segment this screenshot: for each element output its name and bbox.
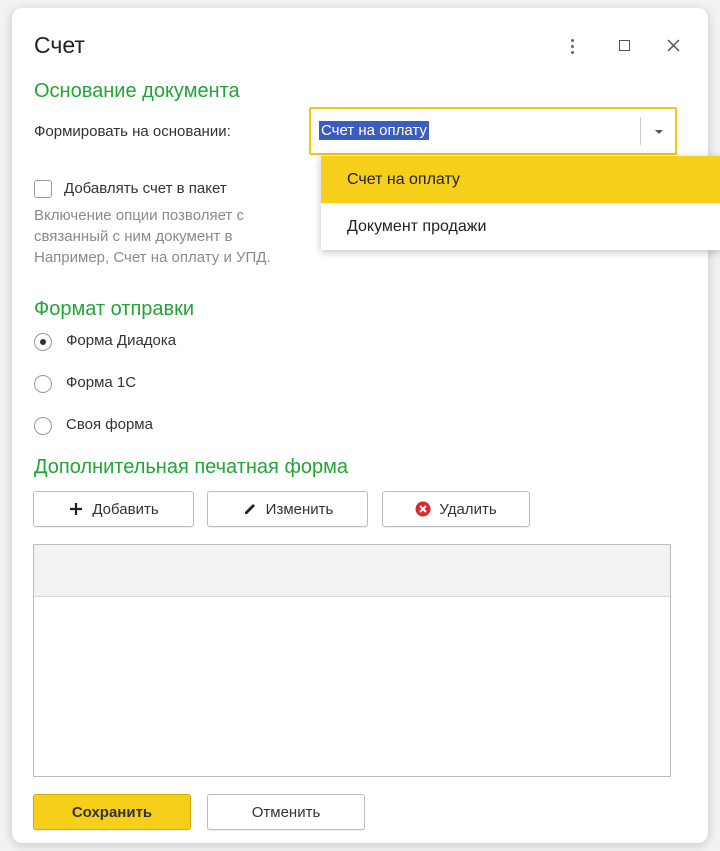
basis-select[interactable]: Счет на оплату xyxy=(309,107,677,155)
cancel-button-label: Отменить xyxy=(251,803,321,821)
save-button-label: Сохранить xyxy=(71,803,153,821)
maximize-icon[interactable] xyxy=(612,34,636,58)
chevron-down-icon[interactable] xyxy=(655,130,663,134)
save-button[interactable]: Сохранить xyxy=(33,794,191,830)
delete-button-label: Удалить xyxy=(439,500,497,518)
cancel-button[interactable]: Отменить xyxy=(207,794,365,830)
hint-line-2: связанный с ним документ в xyxy=(34,228,233,245)
basis-field-label: Формировать на основании: xyxy=(34,123,231,140)
add-button-label: Добавить xyxy=(92,500,159,518)
basis-dropdown-list: Счет на оплату Документ продажи xyxy=(321,156,720,250)
section-title-format: Формат отправки xyxy=(34,298,195,320)
dropdown-option-invoice[interactable]: Счет на оплату xyxy=(321,156,720,203)
plus-icon xyxy=(68,501,84,517)
close-icon[interactable] xyxy=(662,34,686,58)
section-title-basis: Основание документа xyxy=(34,80,240,102)
section-title-print: Дополнительная печатная форма xyxy=(34,456,349,478)
hint-line-1: Включение опции позволяет с xyxy=(34,207,244,224)
dropdown-option-sales-document[interactable]: Документ продажи xyxy=(321,203,720,250)
radio-own-form-label[interactable]: Своя форма xyxy=(66,416,153,433)
add-to-package-checkbox[interactable] xyxy=(34,180,52,198)
add-button[interactable]: Добавить xyxy=(33,491,194,527)
edit-button-label: Изменить xyxy=(265,500,334,518)
add-to-package-label[interactable]: Добавлять счет в пакет xyxy=(64,180,227,197)
radio-1c-form-label[interactable]: Форма 1С xyxy=(66,374,136,391)
radio-own-form[interactable] xyxy=(34,417,52,435)
delete-icon xyxy=(415,501,431,517)
radio-1c-form[interactable] xyxy=(34,375,52,393)
basis-select-value: Счет на оплату xyxy=(319,121,429,140)
dialog-window: Счет Основание документа Формировать на … xyxy=(12,8,708,843)
print-forms-table[interactable] xyxy=(33,544,671,777)
dialog-title: Счет xyxy=(34,32,85,58)
radio-diadoc-form-label[interactable]: Форма Диадока xyxy=(66,332,176,349)
combo-divider xyxy=(640,117,641,145)
more-options-icon[interactable] xyxy=(560,34,584,58)
hint-line-3: Например, Счет на оплату и УПД. xyxy=(34,249,271,266)
table-header xyxy=(34,545,670,597)
radio-diadoc-form[interactable] xyxy=(34,333,52,351)
pencil-icon xyxy=(242,501,258,517)
edit-button[interactable]: Изменить xyxy=(207,491,368,527)
delete-button[interactable]: Удалить xyxy=(382,491,530,527)
